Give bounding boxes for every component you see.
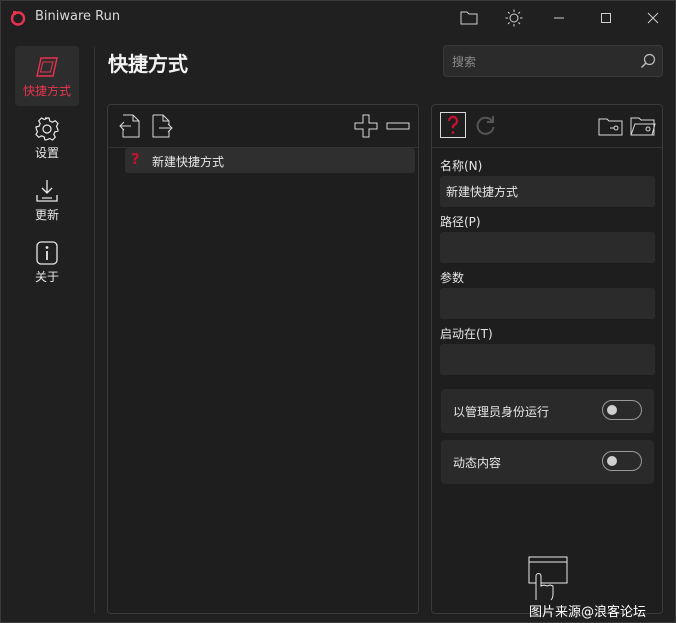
page-title: 快捷方式 bbox=[108, 52, 188, 76]
watermark-logo-icon bbox=[528, 556, 568, 601]
run-as-admin-label: 以管理员身份运行 bbox=[453, 405, 550, 419]
search-icon[interactable] bbox=[640, 53, 656, 69]
watermark-text: 图片来源@浪客论坛 bbox=[529, 605, 647, 620]
add-icon[interactable] bbox=[353, 113, 379, 139]
refresh-icon[interactable] bbox=[472, 113, 498, 139]
details-toolbar bbox=[432, 105, 662, 148]
app-window: Biniware Run 快捷方式 设置 更新 关于 快捷方式 搜索 ? 新建快… bbox=[0, 0, 676, 623]
start-in-field[interactable] bbox=[440, 344, 655, 375]
name-field[interactable] bbox=[440, 176, 655, 207]
start-in-label: 启动在(T) bbox=[440, 327, 493, 341]
sidebar-item-about[interactable]: 关于 bbox=[15, 232, 79, 292]
import-icon[interactable] bbox=[117, 113, 143, 139]
path-label: 路径(P) bbox=[440, 215, 481, 229]
list-item[interactable]: ? 新建快捷方式 bbox=[125, 148, 415, 173]
maximize-icon bbox=[601, 13, 611, 23]
close-icon bbox=[647, 12, 659, 24]
remove-icon[interactable] bbox=[385, 113, 411, 139]
open-folder-button[interactable] bbox=[447, 1, 491, 35]
sidebar-item-label: 设置 bbox=[34, 146, 59, 160]
shortcut-details-panel: 名称(N) 路径(P) 参数 启动在(T) 以管理员身份运行 动态内容 bbox=[431, 104, 663, 614]
folder-icon[interactable] bbox=[598, 113, 624, 139]
toggle-knob bbox=[607, 456, 617, 466]
toggle-knob bbox=[607, 405, 617, 415]
arguments-label: 参数 bbox=[440, 271, 465, 285]
sidebar-item-label: 更新 bbox=[34, 208, 59, 222]
list-item-label: 新建快捷方式 bbox=[152, 155, 225, 169]
question-icon[interactable] bbox=[440, 112, 466, 138]
shortcut-icon bbox=[36, 57, 58, 77]
title-bar: Biniware Run bbox=[1, 1, 675, 35]
export-icon[interactable] bbox=[149, 113, 175, 139]
sidebar-item-label: 关于 bbox=[34, 270, 59, 284]
sidebar-item-shortcuts[interactable]: 快捷方式 bbox=[15, 46, 79, 106]
sun-icon bbox=[505, 9, 523, 27]
search-box bbox=[443, 45, 663, 77]
close-button[interactable] bbox=[631, 1, 675, 35]
sidebar-item-update[interactable]: 更新 bbox=[15, 170, 79, 230]
window-title: Biniware Run bbox=[35, 9, 121, 24]
dynamic-content-label: 动态内容 bbox=[453, 456, 502, 470]
arguments-field[interactable] bbox=[440, 288, 655, 319]
path-field[interactable] bbox=[440, 232, 655, 263]
open-folder-icon[interactable] bbox=[630, 113, 656, 139]
sidebar-item-settings[interactable]: 设置 bbox=[15, 108, 79, 168]
minimize-button[interactable] bbox=[537, 1, 581, 35]
sidebar-item-label: 快捷方式 bbox=[22, 84, 71, 98]
name-label: 名称(N) bbox=[440, 159, 483, 173]
theme-button[interactable] bbox=[492, 1, 536, 35]
app-logo-icon bbox=[10, 11, 26, 26]
info-icon bbox=[36, 241, 58, 265]
dynamic-content-row: 动态内容 bbox=[441, 440, 654, 484]
shortcut-list-panel: ? 新建快捷方式 bbox=[107, 104, 419, 614]
maximize-button[interactable] bbox=[584, 1, 628, 35]
sidebar-divider bbox=[94, 47, 95, 613]
dynamic-content-toggle[interactable] bbox=[602, 451, 642, 471]
run-as-admin-toggle[interactable] bbox=[602, 400, 642, 420]
question-icon: ? bbox=[131, 150, 140, 168]
run-as-admin-row: 以管理员身份运行 bbox=[441, 389, 654, 433]
minimize-icon bbox=[554, 17, 564, 19]
list-toolbar bbox=[108, 105, 418, 148]
gear-icon bbox=[35, 117, 59, 141]
search-input[interactable] bbox=[450, 51, 634, 73]
folder-icon bbox=[460, 11, 478, 25]
download-icon bbox=[36, 180, 58, 202]
